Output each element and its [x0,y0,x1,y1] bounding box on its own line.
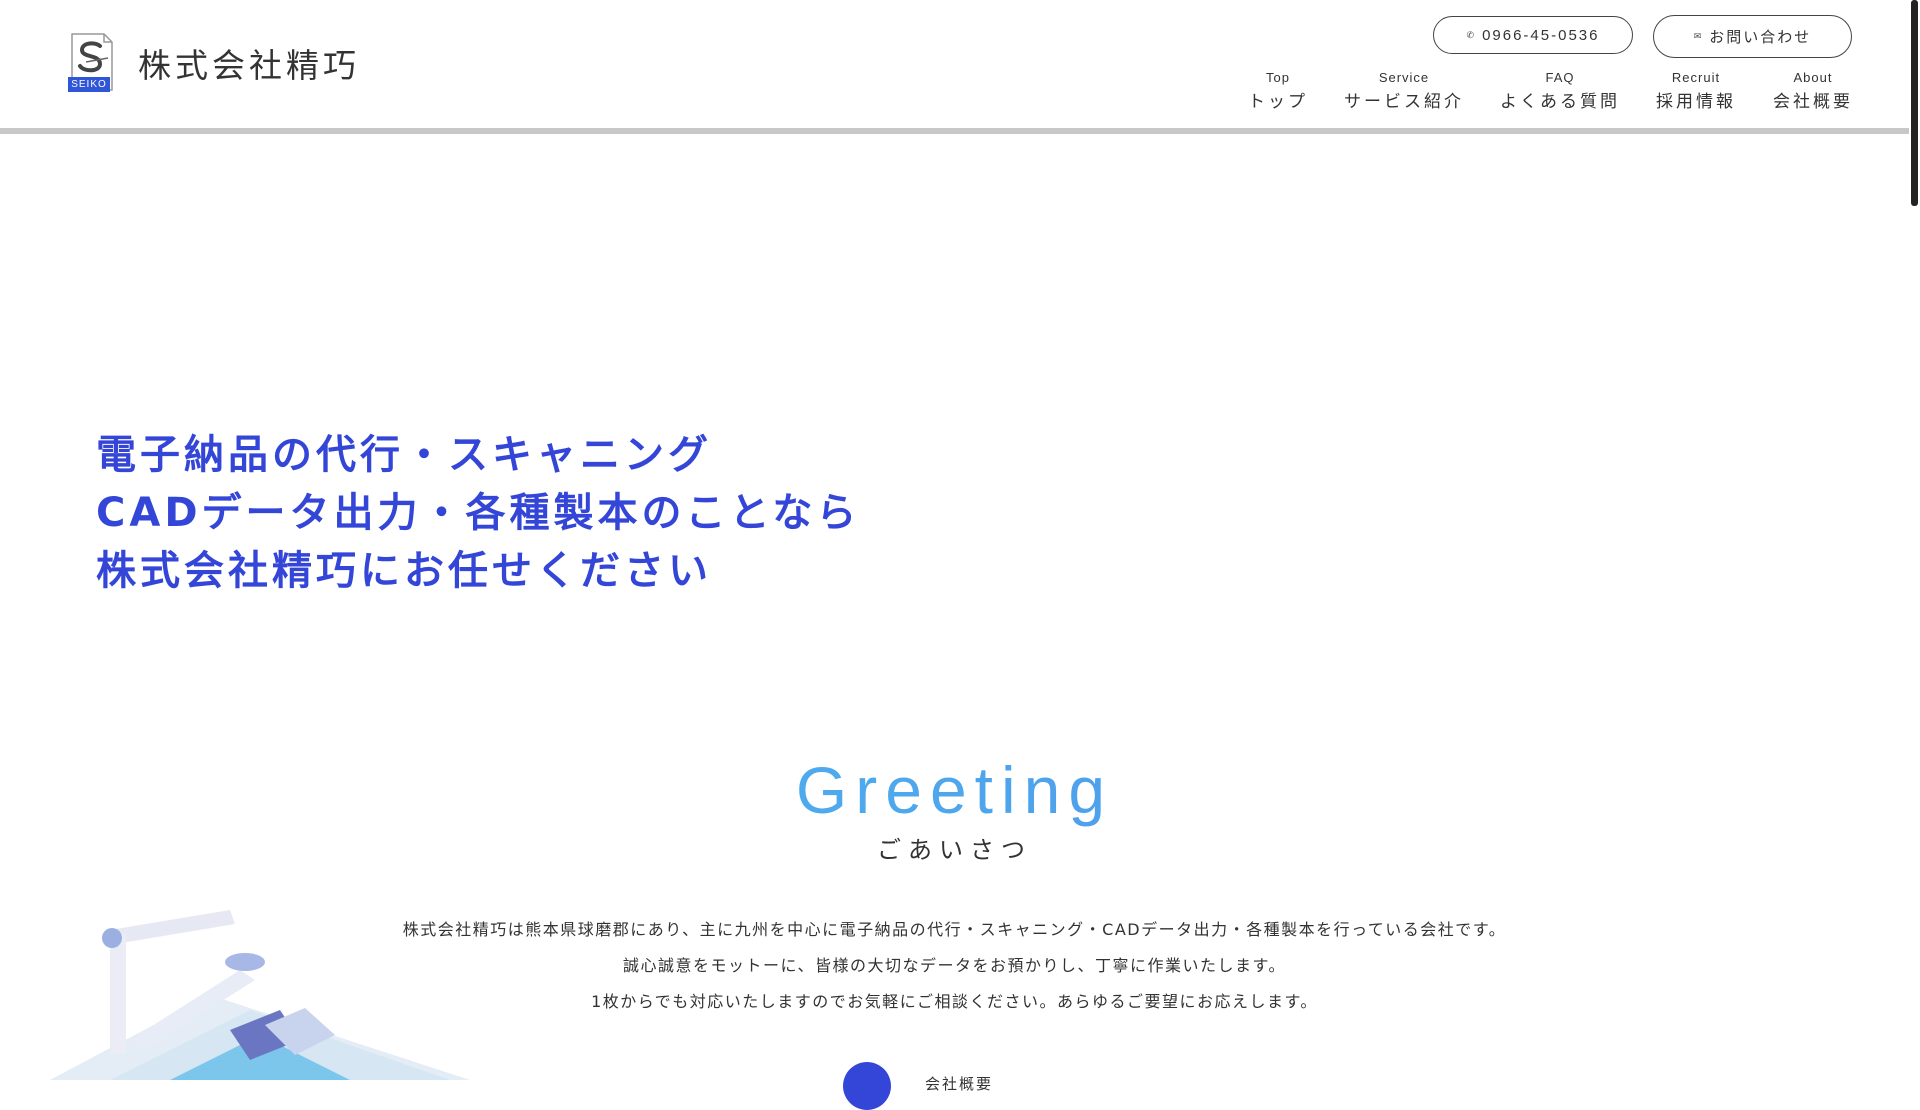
nav-recruit-ja: 採用情報 [1656,92,1736,112]
nav-service[interactable]: Service サービス紹介 [1344,70,1464,112]
logo[interactable]: SEIKO 株式会社精巧 [68,32,360,94]
seiko-logo-icon: SEIKO [68,32,116,94]
site-header: SEIKO 株式会社精巧 ✆ 0966-45-0536 ✉ お問い合わせ Top… [0,0,1909,134]
greeting-title: Greeting [0,752,1909,828]
hero-heading: 電子納品の代行・スキャニング CADデータ出力・各種製本のことなら 株式会社精巧… [96,426,860,600]
nav-about-en: About [1793,70,1833,85]
nav-top-en: Top [1266,70,1290,85]
nav-recruit-en: Recruit [1671,70,1721,85]
nav-recruit[interactable]: Recruit 採用情報 [1656,70,1736,112]
greeting-paragraph-2: 誠心誠意をモットーに、皆様の大切なデータをお預かりし、丁寧に作業いたします。 [623,956,1286,975]
logo-tag: SEIKO [68,77,110,92]
nav-service-ja: サービス紹介 [1344,92,1464,112]
nav-top-ja: トップ [1248,92,1308,112]
mail-icon: ✉ [1693,31,1704,41]
nav-faq-en: FAQ [1545,70,1575,85]
contact-label: お問い合わせ [1709,29,1812,46]
hero-line-1: 電子納品の代行・スキャニング [96,432,712,478]
about-link-label[interactable]: 会社概要 [925,1073,993,1094]
greeting-paragraph-3: 1枚からでも対応いたしますのでお気軽にご相談ください。あらゆるご要望にお応えしま… [591,992,1318,1011]
phone-button[interactable]: ✆ 0966-45-0536 [1433,16,1633,54]
greeting-subtitle: ごあいさつ [877,836,1032,864]
greeting-body: 株式会社精巧は熊本県球磨郡にあり、主に九州を中心に電子納品の代行・スキャニング・… [0,912,1909,1020]
nav-faq-ja: よくある質問 [1500,92,1620,112]
contact-button[interactable]: ✉ お問い合わせ [1653,15,1852,58]
nav-top[interactable]: Top トップ [1248,70,1308,112]
phone-label: 0966-45-0536 [1482,26,1600,44]
hero-line-3: 株式会社精巧にお任せください [96,548,712,594]
scrollbar-thumb[interactable] [1911,0,1918,206]
phone-icon: ✆ [1466,29,1477,40]
nav-about[interactable]: About 会社概要 [1773,70,1853,112]
greeting-paragraph-1: 株式会社精巧は熊本県球磨郡にあり、主に九州を中心に電子納品の代行・スキャニング・… [402,920,1507,939]
nav-faq[interactable]: FAQ よくある質問 [1500,70,1620,112]
nav-service-en: Service [1378,70,1430,85]
company-name: 株式会社精巧 [138,46,360,85]
hero-line-2: CADデータ出力・各種製本のことなら [96,490,861,536]
nav-about-ja: 会社概要 [1773,92,1853,112]
about-link-dot[interactable] [843,1062,891,1110]
